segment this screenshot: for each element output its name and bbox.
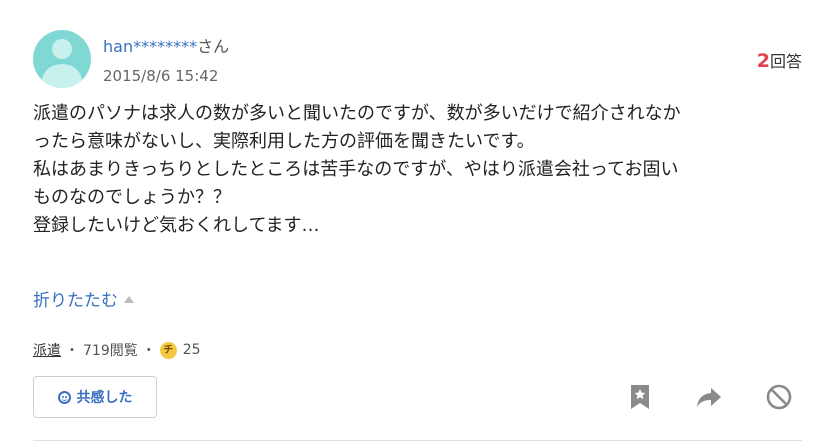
view-count: 719閲覧 (83, 343, 138, 359)
user-suffix: さん (197, 37, 230, 56)
category-link[interactable]: 派遣 (33, 340, 61, 360)
question-body: 派遣のパソナは求人の数が多いと聞いたのですが、数が多いだけで紹介されなか ったら… (33, 100, 808, 240)
question-line: 派遣のパソナは求人の数が多いと聞いたのですが、数が多いだけで紹介されなか (33, 103, 681, 124)
avatar-head (52, 39, 72, 59)
user-name[interactable]: han******** (103, 37, 197, 56)
question-meta: 派遣 ・ 719閲覧 ・ チ 25 (33, 340, 201, 360)
bookmark-button[interactable] (626, 383, 654, 411)
empathy-button[interactable]: 共感した (33, 376, 157, 418)
answer-count-label: 回答 (769, 52, 802, 71)
question-card: han********さん 2015/8/6 15:42 2回答 派遣のパソナは… (0, 0, 835, 444)
avatar[interactable] (33, 30, 91, 88)
share-button[interactable] (695, 383, 723, 411)
meta-separator: ・ (65, 343, 79, 359)
block-icon (766, 384, 792, 410)
post-timestamp: 2015/8/6 15:42 (103, 67, 219, 85)
smile-icon (57, 390, 71, 404)
answer-count: 2 (756, 50, 770, 72)
collapse-label: 折りたたむ (33, 291, 118, 311)
question-line: ったら意味がないし、実際利用した方の評価を聞きたいです。 (33, 131, 535, 152)
caret-up-icon (124, 295, 134, 303)
meta-separator: ・ (141, 343, 156, 359)
question-line: 私はあまりきっちりとしたところは苦手なのですが、やはり派遣会社ってお固い (33, 159, 679, 180)
question-line: ものなのでしょうか？？ (33, 187, 231, 208)
divider (33, 440, 802, 441)
bookmark-icon (631, 385, 649, 409)
coin-icon: チ (159, 341, 177, 359)
user-name-link[interactable]: han********さん (103, 33, 229, 57)
avatar-body (42, 64, 82, 88)
question-line: 登録したいけど気おくれしてます… (33, 215, 320, 236)
report-button[interactable] (765, 383, 793, 411)
share-icon (697, 388, 721, 407)
collapse-toggle[interactable]: 折りたたむ (33, 286, 134, 311)
coin-count: 25 (182, 342, 201, 358)
answer-count-link[interactable]: 2回答 (757, 48, 802, 72)
empathy-label: 共感した (76, 390, 133, 406)
